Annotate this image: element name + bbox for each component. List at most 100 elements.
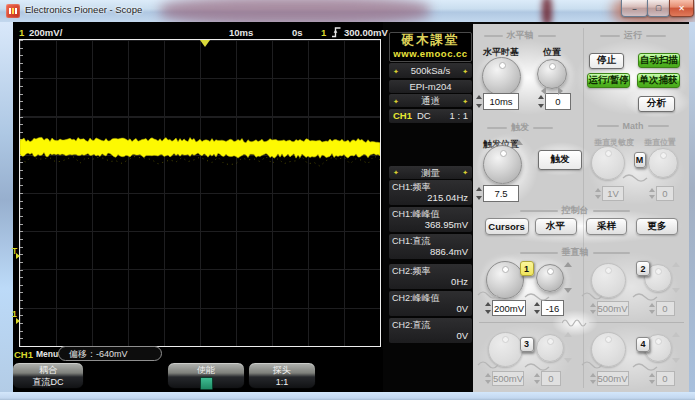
coupling-button-value: 直流DC: [13, 377, 83, 388]
more-button[interactable]: 更多: [636, 218, 678, 235]
sample-rate-value: 500kSa/s: [389, 63, 472, 78]
h-position-left-arrow-icon: [541, 87, 546, 95]
ch3-scale-spinner[interactable]: 500mV: [485, 371, 524, 386]
trigger-channel-number: 1: [321, 27, 326, 38]
h-position-spinner[interactable]: 0: [538, 93, 571, 110]
section-header-console: 控制台: [520, 204, 630, 217]
ch4-badge[interactable]: 4: [636, 337, 650, 352]
stop-button[interactable]: 停止: [589, 53, 624, 69]
timebase-readout: 10ms: [229, 27, 253, 38]
close-icon: ✕: [678, 4, 685, 13]
ch2-badge[interactable]: 2: [636, 261, 650, 276]
auto-scan-button[interactable]: 自动扫描: [638, 53, 680, 68]
ch2-pos-down-arrow-icon: [672, 288, 680, 293]
measure-header-label: 测量: [389, 166, 472, 179]
math-sens-spinner-value[interactable]: 1V: [602, 186, 624, 201]
section-header-math: Math: [597, 121, 669, 131]
ch1-menu-label: Menu: [36, 349, 58, 359]
measure-row-ch1-dc: CH1:直流 886.4mV: [389, 234, 472, 259]
cursors-button[interactable]: Cursors: [485, 218, 529, 235]
ch4-position-spinner[interactable]: 0: [649, 371, 675, 386]
timebase-spinner-value[interactable]: 10ms: [483, 93, 519, 110]
measure-header-row[interactable]: ✦ 测量 ✦: [389, 166, 472, 179]
brand-logo-text: 硬木課堂: [390, 33, 471, 48]
section-header-run: 运行: [600, 29, 666, 42]
maximize-icon: ▢: [655, 4, 662, 12]
close-button[interactable]: ✕: [669, 0, 694, 17]
single-capture-button[interactable]: 单次捕获: [637, 73, 680, 88]
section-header-vertical: 垂直轴: [520, 246, 630, 259]
enable-button[interactable]: 使能: [167, 362, 245, 389]
trigger-position-knob[interactable]: [483, 145, 522, 184]
ch1-badge[interactable]: 1: [520, 261, 534, 276]
ch3-badge[interactable]: 3: [520, 337, 534, 352]
measure-value: 215.04Hz: [427, 192, 468, 203]
analyze-button[interactable]: 分析: [638, 96, 675, 112]
measure-value: 0Hz: [451, 276, 468, 287]
trigger-button[interactable]: 触发: [538, 150, 582, 170]
section-header-trigger: 触发: [487, 121, 553, 134]
ch1-status-row[interactable]: CH1 DC 1 : 1: [389, 109, 472, 123]
ch3-scale-value[interactable]: 500mV: [492, 371, 524, 386]
h-offset-readout: 0s: [292, 27, 303, 38]
ch4-scale-spinner[interactable]: 500mV: [590, 371, 626, 386]
panel-divider-horizontal2: [589, 322, 684, 323]
ch1-position-knob[interactable]: [536, 264, 564, 292]
ch4-scale-value[interactable]: 500mV: [597, 371, 629, 386]
math-pos-spinner-value[interactable]: 0: [656, 186, 674, 201]
maximize-button[interactable]: ▢: [647, 0, 670, 17]
math-sens-knob[interactable]: [591, 146, 625, 180]
ch3-pos-up-arrow-icon: [564, 332, 572, 337]
ch2-scale-value[interactable]: 500mV: [597, 301, 629, 316]
trigger-position-marker[interactable]: [200, 40, 210, 47]
trigger-level-marker-arrow: [16, 253, 20, 259]
window-border-left: [0, 22, 13, 392]
ch4-pos-up-arrow-icon: [672, 332, 680, 337]
h-position-knob[interactable]: [537, 59, 567, 89]
window-border-right: [689, 22, 695, 392]
ch1-scale-value[interactable]: 200mV: [492, 300, 526, 316]
section-header-horizontal: 水平轴: [484, 29, 556, 42]
channel-header-row[interactable]: ✦ 通道 ✦: [389, 94, 472, 107]
sample-rate-row[interactable]: ✦ 500kSa/s ✦: [389, 63, 472, 78]
ch4-position-value[interactable]: 0: [656, 371, 675, 386]
trigger-position-spinner[interactable]: 7.5: [476, 185, 519, 202]
timebase-knob[interactable]: [482, 57, 521, 96]
brand-logo: 硬木課堂 www.emooc.cc: [389, 32, 472, 62]
diamond-icon: ✦: [462, 169, 468, 176]
window-border-bottom: [0, 392, 695, 400]
ch3-position-knob[interactable]: [536, 334, 564, 362]
horizontal-button[interactable]: 水平: [535, 218, 577, 235]
run-pause-button[interactable]: 运行/暂停: [587, 73, 630, 88]
waveform-trace-ch1: [20, 40, 380, 346]
math-sens-spinner[interactable]: 1V: [595, 186, 624, 201]
probe-button[interactable]: 探头 1:1: [248, 362, 316, 389]
enable-button-title: 使能: [168, 365, 244, 376]
titlebar-glass-reflection: [160, 0, 430, 22]
measure-row-ch2-freq: CH2:频率 0Hz: [389, 264, 472, 289]
ch1-scale-spinner[interactable]: 200mV: [485, 300, 526, 316]
minimize-icon: –: [632, 4, 636, 13]
titlebar-glass-streak: [542, 0, 552, 22]
ch2-scale-spinner[interactable]: 500mV: [590, 301, 627, 316]
h-position-spinner-value[interactable]: 0: [545, 93, 571, 110]
measure-label: CH2:直流: [392, 319, 431, 332]
sampling-button[interactable]: 采样: [586, 218, 627, 235]
trigger-position-spinner-value[interactable]: 7.5: [483, 185, 519, 202]
minimize-button[interactable]: –: [621, 0, 648, 17]
measure-value: 0V: [456, 330, 468, 341]
ch1-pos-up-arrow-icon: [564, 262, 572, 267]
math-pos-knob[interactable]: [648, 148, 678, 178]
diamond-icon: ✦: [393, 67, 399, 74]
enable-checkbox-icon: [200, 377, 213, 390]
trigger-slope-icon: [331, 26, 342, 38]
brand-url: www.emooc.cc: [390, 48, 471, 59]
diamond-icon: ✦: [393, 97, 399, 104]
ch2-position-value[interactable]: 0: [656, 301, 675, 316]
scope-display[interactable]: [19, 39, 381, 347]
model-value: EPI-m204: [389, 80, 472, 93]
timebase-spinner[interactable]: 10ms: [476, 93, 519, 110]
probe-button-value: 1:1: [249, 377, 315, 388]
coupling-button[interactable]: 耦合 直流DC: [12, 362, 84, 389]
math-pos-spinner[interactable]: 0: [649, 186, 674, 201]
